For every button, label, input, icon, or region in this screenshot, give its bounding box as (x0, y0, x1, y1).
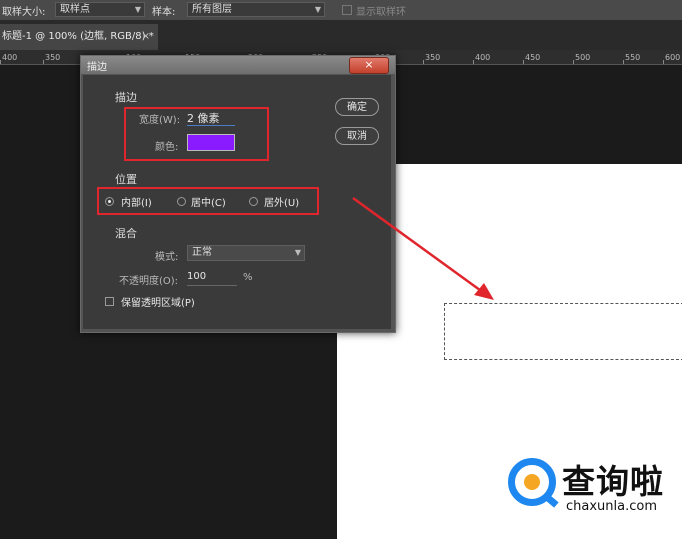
document-tab-bar: 标题-1 @ 100% (边框, RGB/8) * × (0, 20, 682, 50)
ruler-tick-mark (523, 60, 524, 64)
sample-label: 样本: (152, 7, 176, 18)
dialog-close-button[interactable]: × (349, 57, 389, 74)
close-icon[interactable]: × (142, 24, 150, 50)
highlight-box-stroke (124, 107, 269, 161)
ruler-tick-label: 350 (45, 53, 61, 62)
show-ring-label: 显示取样环 (356, 7, 406, 18)
preserve-transparency-label[interactable]: 保留透明区域(P) (121, 294, 195, 309)
selection-marquee (444, 303, 682, 360)
sample-size-select[interactable]: 取样点 ▼ (55, 2, 145, 17)
close-icon: × (364, 58, 374, 71)
sample-value: 所有图层 (192, 4, 232, 15)
document-tab[interactable]: 标题-1 @ 100% (边框, RGB/8) * × (0, 24, 158, 50)
ruler-tick-mark (423, 60, 424, 64)
chaxunla-logo-icon (508, 458, 556, 506)
dialog-title: 描边 (87, 62, 107, 73)
position-section-label: 位置 (115, 173, 137, 186)
sample-select[interactable]: 所有图层 ▼ (187, 2, 325, 17)
ruler-tick-label: 500 (575, 53, 591, 62)
chevron-down-icon: ▼ (134, 5, 141, 14)
dialog-title-bar[interactable]: 描边 × (81, 56, 395, 74)
sample-size-label: 取样大小: (2, 7, 46, 18)
ruler-tick-mark (663, 60, 664, 64)
show-ring-checkbox[interactable] (342, 5, 352, 15)
watermark-url: chaxunla.com (566, 499, 657, 514)
opacity-unit: % (243, 272, 253, 283)
options-bar: 取样大小: 取样点 ▼ 样本: 所有图层 ▼ 显示取样环 (0, 0, 682, 20)
ruler-tick-label: 400 (475, 53, 491, 62)
opacity-label: 不透明度(O): (119, 276, 179, 287)
dialog-body: 描边 宽度(W): 2 像素 颜色: 确定 取消 位置 内部(I) 居中(C) … (83, 75, 391, 329)
blend-mode-value: 正常 (192, 247, 212, 258)
ruler-tick-label: 450 (525, 53, 541, 62)
preserve-transparency-checkbox[interactable] (105, 297, 114, 306)
chevron-down-icon: ▼ (294, 248, 301, 257)
ruler-tick-label: 550 (625, 53, 641, 62)
blend-mode-select[interactable]: 正常 ▼ (187, 245, 305, 261)
highlight-box-position (97, 187, 319, 215)
chevron-down-icon: ▼ (314, 5, 321, 14)
ruler-tick-mark (0, 60, 1, 64)
ruler-tick-label: 400 (2, 53, 18, 62)
opacity-input[interactable]: 100 (187, 271, 206, 282)
ruler-tick-mark (623, 60, 624, 64)
ruler-tick-label: 600 (665, 53, 681, 62)
ok-button[interactable]: 确定 (335, 98, 379, 116)
ruler-tick-mark (573, 60, 574, 64)
sample-size-value: 取样点 (60, 4, 90, 15)
stroke-section-label: 描边 (115, 91, 137, 104)
ruler-tick-label: 350 (425, 53, 441, 62)
opacity-input-underline (187, 285, 237, 286)
stroke-dialog: 描边 × 描边 宽度(W): 2 像素 颜色: 确定 取消 位置 内部(I) 居… (80, 55, 396, 333)
ruler-tick-mark (43, 60, 44, 64)
cancel-button[interactable]: 取消 (335, 127, 379, 145)
watermark-brand: 查询啦 (562, 462, 664, 501)
document-tab-title: 标题-1 @ 100% (边框, RGB/8) * (2, 31, 154, 42)
mode-label: 模式: (155, 252, 179, 263)
ruler-tick-mark (473, 60, 474, 64)
blend-section-label: 混合 (115, 227, 137, 240)
